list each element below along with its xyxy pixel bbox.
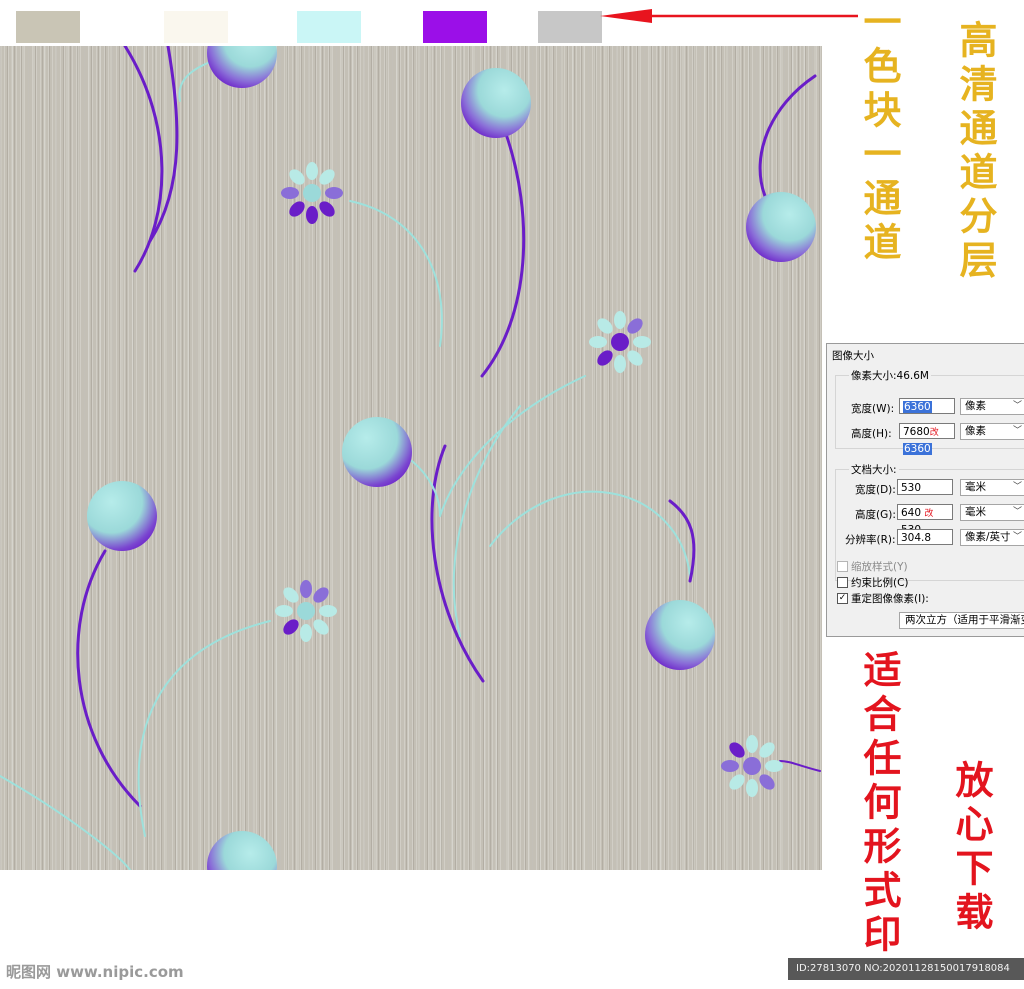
swatch-cream <box>164 11 228 43</box>
width-unit-value: 像素 <box>965 400 986 412</box>
doc-height-unit-select[interactable]: 毫米 ﹀ <box>960 504 1024 521</box>
doc-width-value: 530 <box>901 482 922 494</box>
doc-width-input[interactable]: 530 <box>897 479 953 495</box>
swatch-gray <box>538 11 602 43</box>
resolution-value: 304.8 <box>901 532 932 544</box>
image-size-dialog: 图像大小 像素大小:46.6M 宽度(W): 6360 像素 ﹀ 高度(H): 7… <box>826 343 1024 637</box>
height-old-value: 7680 <box>903 426 930 438</box>
doc-height-edit-mark: 改 <box>924 509 934 519</box>
doc-height-input[interactable]: 640 改 530 <box>897 504 953 536</box>
chevron-down-icon: ﹀ <box>1012 532 1022 542</box>
doc-height-old-value: 640 <box>901 507 922 519</box>
chevron-down-icon: ﹀ <box>1012 426 1022 436</box>
resample-method-select[interactable]: 两次立方（适用于平滑渐变 <box>899 612 1024 629</box>
caption-suitable-printing: 适合任何形式印 <box>857 650 902 958</box>
chevron-down-icon: ﹀ <box>1012 482 1022 492</box>
doc-width-unit-select[interactable]: 毫米 ﹀ <box>960 479 1024 496</box>
caption-download: 放心下载 <box>949 760 994 936</box>
swatch-violet <box>423 11 487 43</box>
resolution-label: 分辨率(R): <box>845 534 896 546</box>
document-size-label: 文档大小: <box>849 462 899 477</box>
height-edit-mark: 改 <box>929 428 939 438</box>
wallpaper-pattern <box>0 46 822 870</box>
resolution-unit-value: 像素/英寸 <box>965 531 1011 543</box>
swatch-light-cyan <box>297 11 361 43</box>
width-input[interactable]: 6360 <box>899 398 955 414</box>
height-unit-select[interactable]: 像素 ﹀ <box>960 423 1024 440</box>
width-unit-select[interactable]: 像素 ﹀ <box>960 398 1024 415</box>
resolution-input[interactable]: 304.8 <box>897 529 953 545</box>
doc-width-label: 宽度(D): <box>855 484 896 496</box>
caption-channel-per-color: 一色块一通道 <box>857 2 902 266</box>
image-id-badge: ID:27813070 NO:20201128150017918084 <box>788 958 1024 980</box>
resolution-unit-select[interactable]: 像素/英寸 ﹀ <box>960 529 1024 546</box>
chevron-down-icon: ﹀ <box>1012 507 1022 517</box>
doc-height-label: 高度(G): <box>855 509 896 521</box>
caption-hd-channel-layers: 高清通道分层 <box>953 20 998 284</box>
constrain-proportions-label: 约束比例(C) <box>851 577 909 589</box>
height-label: 高度(H): <box>851 428 892 440</box>
height-value: 6360 <box>903 443 932 455</box>
checkmark-icon: ✓ <box>838 593 847 603</box>
doc-width-unit-value: 毫米 <box>965 481 986 493</box>
scale-styles-checkbox[interactable] <box>837 561 848 572</box>
width-value: 6360 <box>903 401 932 413</box>
floral-pattern-graphic <box>0 46 821 870</box>
swatch-beige <box>16 11 80 43</box>
height-unit-value: 像素 <box>965 425 986 437</box>
flower-icon <box>275 162 783 797</box>
arrow-left-icon <box>600 9 858 23</box>
doc-height-unit-value: 毫米 <box>965 506 986 518</box>
width-label: 宽度(W): <box>851 403 895 415</box>
pixel-dimensions-label: 像素大小:46.6M <box>849 368 931 383</box>
site-watermark: 昵图网 www.nipic.com <box>6 963 184 981</box>
height-input[interactable]: 7680改 6360 <box>899 423 955 455</box>
resample-checkbox[interactable]: ✓ <box>837 593 848 604</box>
chevron-down-icon: ﹀ <box>1012 401 1022 411</box>
scale-styles-label: 缩放样式(Y) <box>851 561 908 573</box>
resample-label: 重定图像像素(I): <box>851 593 929 605</box>
dialog-title: 图像大小 <box>832 350 874 362</box>
constrain-proportions-checkbox[interactable] <box>837 577 848 588</box>
